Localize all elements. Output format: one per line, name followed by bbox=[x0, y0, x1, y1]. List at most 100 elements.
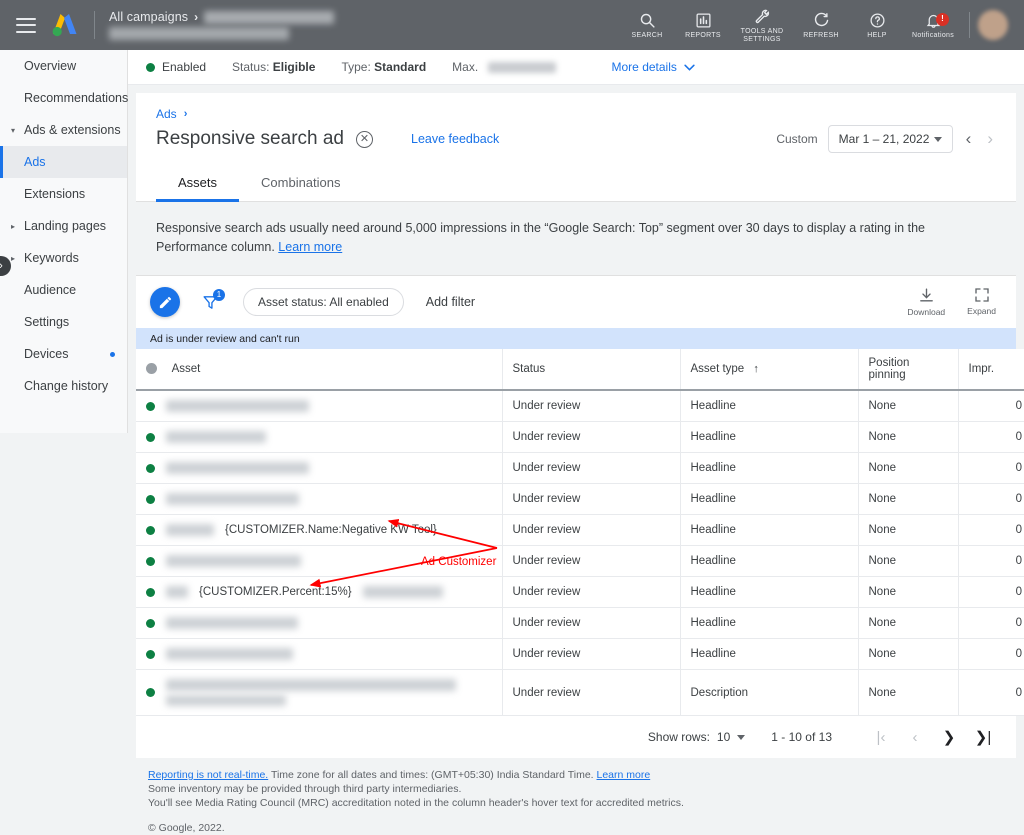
sidebar-item-keywords[interactable]: ▸ Keywords bbox=[0, 242, 127, 274]
footer-copyright: © Google, 2022. bbox=[148, 822, 225, 834]
date-range-select[interactable]: Mar 1 – 21, 2022 bbox=[827, 125, 953, 153]
add-filter-button[interactable]: Add filter bbox=[426, 295, 475, 309]
type-label: Type: bbox=[341, 60, 371, 74]
show-rows-selector[interactable]: Show rows: 10 bbox=[648, 730, 746, 744]
table-row[interactable]: Under review Headline None 0 bbox=[136, 483, 1024, 515]
tab-assets[interactable]: Assets bbox=[156, 165, 240, 202]
sidebar-item-recommendations[interactable]: Recommendations bbox=[0, 82, 128, 114]
select-all-checkbox-icon[interactable] bbox=[146, 363, 157, 375]
refresh-icon bbox=[813, 11, 830, 30]
breadcrumb-campaign-name-redacted bbox=[204, 10, 335, 24]
breadcrumb-ads-link[interactable]: Ads bbox=[156, 107, 177, 121]
column-header-status-label: Status bbox=[512, 363, 546, 375]
sidebar-item-audience[interactable]: Audience bbox=[0, 274, 127, 306]
cell-asset-type: Headline bbox=[680, 514, 859, 546]
cell-asset[interactable] bbox=[136, 421, 503, 453]
last-page-icon[interactable]: ❯| bbox=[966, 728, 1000, 746]
avatar[interactable] bbox=[978, 10, 1008, 40]
cell-impressions: 0 bbox=[958, 638, 1024, 670]
table-row[interactable]: {CUSTOMIZER.Percent:15%} Under review Head… bbox=[136, 576, 1024, 608]
table-row[interactable]: Under review Headline None 0 bbox=[136, 607, 1024, 639]
nav-notifications-label: Notifications bbox=[911, 31, 955, 39]
sidebar-item-extensions[interactable]: Extensions bbox=[0, 178, 127, 210]
footer-learn-more-link[interactable]: Learn more bbox=[597, 769, 651, 781]
tab-combinations[interactable]: Combinations bbox=[239, 165, 363, 202]
nav-reports[interactable]: REPORTS bbox=[675, 11, 731, 40]
first-page-icon[interactable]: |‹ bbox=[864, 729, 898, 746]
leave-feedback-link[interactable]: Leave feedback bbox=[411, 132, 499, 146]
column-header-status[interactable]: Status bbox=[502, 349, 681, 391]
cell-asset[interactable] bbox=[136, 483, 503, 515]
asset-customizer-text: {CUSTOMIZER.Name:Negative KW Tool} bbox=[225, 524, 437, 536]
cell-asset[interactable]: {CUSTOMIZER.Percent:15%} bbox=[136, 576, 503, 608]
close-x-circle-icon[interactable]: ✕ bbox=[356, 130, 373, 148]
caret-down-icon: ▾ bbox=[11, 125, 16, 135]
cell-impressions: 0 bbox=[958, 483, 1024, 515]
next-page-icon[interactable]: ❯ bbox=[932, 728, 966, 746]
search-icon bbox=[639, 11, 656, 30]
column-header-impressions[interactable]: Impr. bbox=[958, 349, 1024, 391]
expand-button[interactable]: Expand bbox=[967, 287, 996, 317]
reporting-not-real-time-link[interactable]: Reporting is not real-time. bbox=[148, 769, 268, 781]
sidebar-item-devices[interactable]: Devices bbox=[0, 338, 127, 370]
ad-type: Type: Standard bbox=[341, 60, 426, 74]
cell-asset-type: Headline bbox=[680, 638, 859, 670]
devices-new-dot-icon bbox=[110, 351, 115, 357]
cell-asset[interactable] bbox=[136, 638, 503, 670]
nav-search[interactable]: SEARCH bbox=[619, 11, 675, 40]
caret-right-icon: ▸ bbox=[11, 221, 16, 231]
filter-chip-asset-status[interactable]: Asset status: All enabled bbox=[243, 288, 404, 316]
top-app-bar: All campaigns › SEARCH REPORTS TOOLS AND… bbox=[0, 0, 1024, 50]
ad-detail-card: Ads › Responsive search ad ✕ Leave feedb… bbox=[136, 93, 1024, 758]
filter-count-badge: 1 bbox=[213, 288, 225, 301]
filter-funnel-icon[interactable]: 1 bbox=[202, 288, 225, 311]
nav-notifications[interactable]: ! Notifications bbox=[905, 11, 961, 40]
breadcrumb-all-campaigns[interactable]: All campaigns bbox=[109, 10, 188, 24]
table-row[interactable]: Under review Headline None 0 bbox=[136, 390, 1024, 422]
page-title: Responsive search ad bbox=[156, 128, 344, 149]
asset-text-redacted bbox=[362, 586, 443, 598]
cell-asset[interactable]: {CUSTOMIZER.Name:Negative KW Tool} bbox=[136, 514, 503, 546]
nav-help-label: HELP bbox=[867, 31, 887, 39]
cell-asset[interactable] bbox=[136, 390, 503, 422]
table-row[interactable]: Under review Headline None 0 bbox=[136, 638, 1024, 670]
pencil-icon bbox=[159, 296, 171, 308]
column-header-position-pinning[interactable]: Position pinning bbox=[858, 349, 959, 391]
edit-pencil-fab[interactable] bbox=[150, 287, 180, 317]
breadcrumb: All campaigns › bbox=[109, 10, 335, 40]
column-header-asset[interactable]: Asset bbox=[136, 349, 503, 391]
sidebar-item-landing-pages[interactable]: ▸ Landing pages bbox=[0, 210, 127, 242]
table-row[interactable]: {CUSTOMIZER.Name:Negative KW Tool} Under … bbox=[136, 514, 1024, 546]
cell-asset[interactable] bbox=[136, 607, 503, 639]
table-row[interactable]: Under review Description None 0 bbox=[136, 669, 1024, 716]
chevron-down-icon bbox=[933, 136, 942, 142]
column-header-asset-type[interactable]: Asset type ↑ bbox=[680, 349, 859, 391]
cell-asset-type: Headline bbox=[680, 421, 859, 453]
cell-asset[interactable] bbox=[136, 452, 503, 484]
hamburger-menu-icon[interactable] bbox=[16, 17, 36, 33]
table-row[interactable]: Under review Headline None 0 bbox=[136, 452, 1024, 484]
date-next-button[interactable]: › bbox=[984, 129, 996, 149]
sidebar-item-overview[interactable]: Overview bbox=[0, 50, 127, 82]
sidebar-item-settings[interactable]: Settings bbox=[0, 306, 127, 338]
sidebar-item-ads[interactable]: Ads bbox=[0, 146, 127, 178]
table-row[interactable]: Under review Headline None 0 bbox=[136, 421, 1024, 453]
nav-divider bbox=[969, 12, 970, 38]
prev-page-icon[interactable]: ‹ bbox=[898, 729, 932, 746]
nav-refresh[interactable]: REFRESH bbox=[793, 11, 849, 40]
info-note-text: Responsive search ads usually need aroun… bbox=[156, 221, 925, 254]
nav-help[interactable]: HELP bbox=[849, 11, 905, 40]
sidebar-item-ads-and-extensions[interactable]: ▾ Ads & extensions bbox=[0, 114, 127, 146]
table-row[interactable]: Under review Headline None 0 bbox=[136, 545, 1024, 577]
row-status-dot-icon bbox=[146, 525, 155, 535]
nav-tools-and-settings[interactable]: TOOLS AND SETTINGS bbox=[731, 7, 793, 44]
download-button[interactable]: Download bbox=[907, 287, 945, 317]
more-details-button[interactable]: More details bbox=[612, 60, 695, 74]
cell-asset[interactable] bbox=[136, 669, 503, 716]
date-prev-button[interactable]: ‹ bbox=[963, 129, 975, 149]
sidebar-item-change-history[interactable]: Change history bbox=[0, 370, 127, 402]
row-status-dot-icon bbox=[146, 587, 155, 597]
status-enabled-label: Enabled bbox=[162, 60, 207, 74]
info-note-learn-more-link[interactable]: Learn more bbox=[278, 240, 342, 254]
add-filter-label: Add filter bbox=[425, 295, 476, 309]
